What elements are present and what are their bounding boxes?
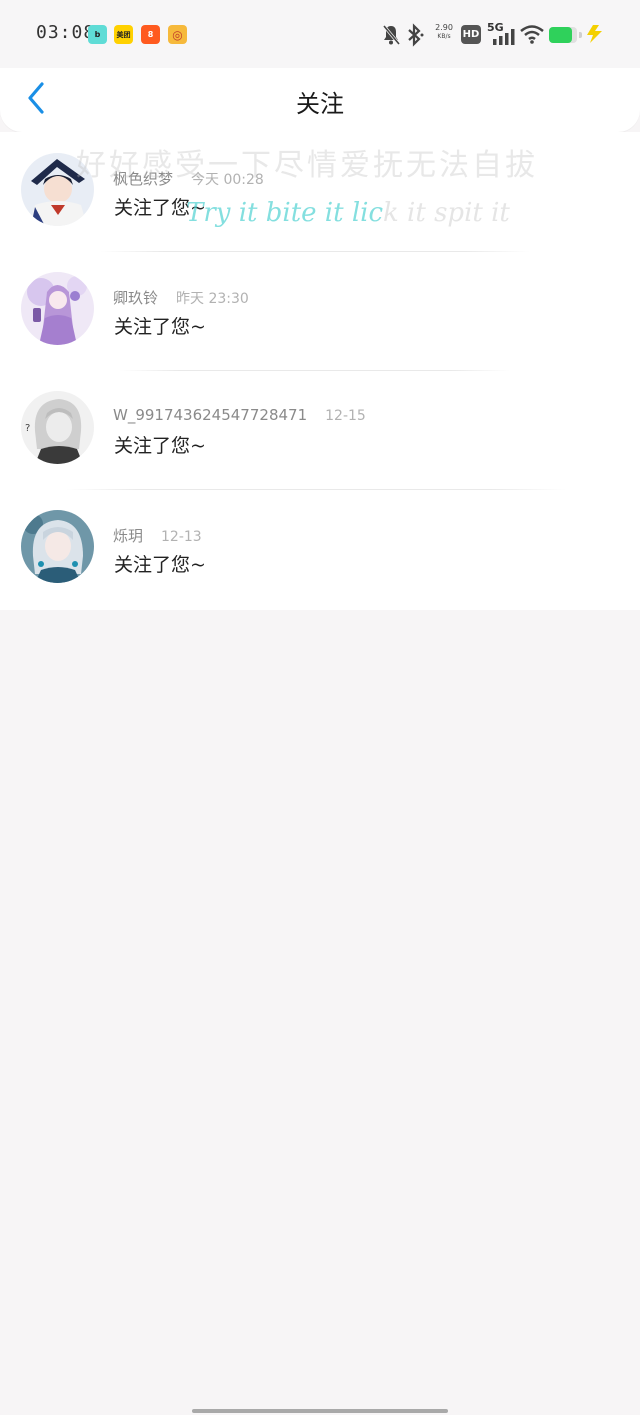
avatar-image (21, 272, 94, 345)
charging-bolt-icon (587, 25, 602, 43)
avatar-image (21, 153, 94, 226)
network-speed: 2.90 KB/s (433, 23, 455, 41)
avatar-image (21, 510, 94, 583)
follow-time: 12-15 (325, 408, 366, 424)
coin-app-icon: ◎ (168, 25, 187, 44)
follower-name[interactable]: 枫色织梦 (113, 170, 173, 188)
follow-time: 今天 00:28 (191, 172, 264, 188)
battery-level-fill (549, 27, 572, 43)
app-icon-label: b (94, 30, 101, 39)
bluetooth-icon (408, 23, 424, 47)
avatar[interactable] (21, 510, 94, 583)
status-bar: 03:08 b 美团 8 ◎ 2.90 KB/s HD 5G (0, 0, 640, 68)
avatar[interactable] (21, 272, 94, 345)
follow-message: 关注了您~ (114, 554, 206, 576)
follower-name-row: 烁玥 12-13 (113, 525, 202, 546)
follow-message: 关注了您~ (114, 197, 206, 219)
follower-name[interactable]: W_991743624547728471 (113, 406, 307, 424)
hd-badge: HD (461, 25, 481, 44)
mute-bell-icon (382, 25, 400, 45)
app-icon-label: 8 (147, 30, 154, 39)
follower-item[interactable]: 卿玖铃 昨天 23:30 关注了您~ (0, 251, 640, 371)
avatar[interactable] (21, 153, 94, 226)
bilibili-app-icon: b (88, 25, 107, 44)
app-icon-label: ◎ (172, 27, 183, 42)
network-speed-unit: KB/s (437, 33, 451, 40)
follower-item[interactable]: ? W_991743624547728471 12-15 关注了您~ (0, 370, 640, 490)
meituan-app-icon: 美团 (114, 25, 133, 44)
follower-name-row: 枫色织梦 今天 00:28 (113, 168, 264, 189)
wifi-icon (520, 25, 544, 44)
nav-bar: 关注 (0, 68, 640, 132)
followers-list: 枫色织梦 今天 00:28 关注了您~ 卿玖铃 昨天 23:30 关注了您~ ?… (0, 132, 640, 610)
avatar-image: ? (21, 391, 94, 464)
kuaishou-app-icon: 8 (141, 25, 160, 44)
follow-message: 关注了您~ (114, 316, 206, 338)
follow-time: 12-13 (161, 529, 202, 545)
home-indicator[interactable] (192, 1409, 448, 1413)
follower-name[interactable]: 卿玖铃 (113, 289, 158, 307)
follower-name-row: W_991743624547728471 12-15 (113, 406, 366, 424)
follower-item[interactable]: 烁玥 12-13 关注了您~ (0, 489, 640, 608)
status-time: 03:08 (36, 22, 96, 43)
follower-name-row: 卿玖铃 昨天 23:30 (113, 287, 249, 308)
app-icon-label: 美团 (116, 30, 131, 39)
follow-message: 关注了您~ (114, 435, 206, 457)
follower-name[interactable]: 烁玥 (113, 527, 143, 545)
follow-time: 昨天 23:30 (176, 291, 249, 307)
follower-item[interactable]: 枫色织梦 今天 00:28 关注了您~ (0, 132, 640, 252)
signal-strength-icon (493, 29, 515, 45)
battery-tip (579, 32, 582, 38)
network-speed-value: 2.90 (435, 23, 453, 32)
page-title: 关注 (296, 90, 344, 118)
svg-text:?: ? (25, 423, 30, 434)
battery-icon (549, 27, 577, 43)
avatar[interactable]: ? (21, 391, 94, 464)
